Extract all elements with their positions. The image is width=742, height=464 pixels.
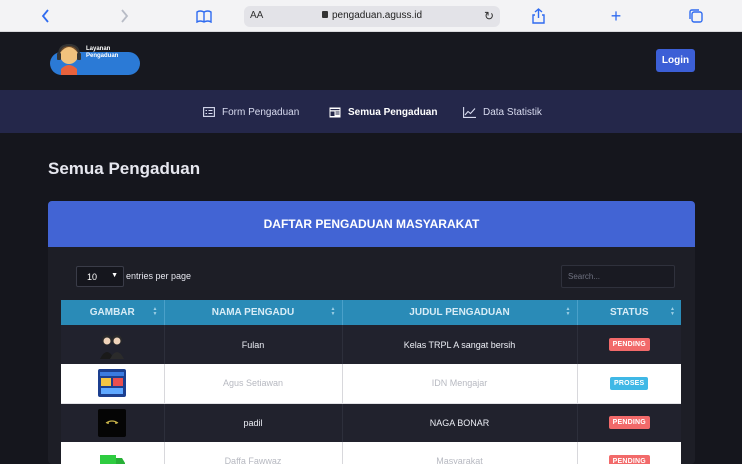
nav-stat-label: Data Statistik bbox=[483, 106, 542, 118]
reload-icon[interactable]: ↻ bbox=[484, 9, 494, 23]
back-icon[interactable] bbox=[38, 6, 52, 26]
cell-gambar bbox=[61, 403, 165, 442]
search-field[interactable] bbox=[561, 265, 675, 288]
complaints-table: GAMBAR ▲ ▼ NAMA PENGADU ▲ ▼ JUDUL PENGADUAN ▲… bbox=[61, 300, 681, 464]
card-title: DAFTAR PENGADUAN MASYARAKAT bbox=[48, 201, 695, 247]
table-row[interactable]: Agus Setiawan IDN Mengajar PROSES bbox=[61, 364, 681, 404]
entries-value: 10 bbox=[87, 272, 98, 282]
url-text: pengaduan.aguss.id bbox=[331, 10, 423, 21]
cell-nama: padil bbox=[164, 403, 343, 442]
chart-line-icon bbox=[463, 106, 476, 118]
share-icon[interactable] bbox=[531, 6, 545, 26]
table-row[interactable]: Daffa Fawwaz Masyarakat PENDING bbox=[61, 442, 681, 464]
table-row[interactable]: padil NAGA BONAR PENDING bbox=[61, 403, 681, 442]
cell-judul: Kelas TRPL A sangat bersih bbox=[342, 325, 578, 364]
lock-icon bbox=[321, 11, 328, 18]
green-truck-thumbnail[interactable] bbox=[98, 447, 126, 464]
nav-semua-pengaduan[interactable]: Semua Pengaduan bbox=[329, 104, 437, 120]
status-badge: PENDING bbox=[608, 416, 650, 430]
cell-status: PENDING bbox=[577, 403, 681, 442]
blue-poster-thumbnail[interactable] bbox=[98, 369, 127, 398]
nav-form-pengaduan[interactable]: Form Pengaduan bbox=[203, 104, 299, 120]
cell-gambar bbox=[61, 442, 165, 464]
login-button[interactable]: Login bbox=[656, 49, 695, 72]
nav-form-label: Form Pengaduan bbox=[222, 106, 300, 118]
browser-toolbar: AA pengaduan.aguss.id ↻ + bbox=[0, 0, 742, 32]
status-badge: PENDING bbox=[608, 338, 650, 351]
status-badge: PROSES bbox=[610, 376, 649, 390]
cell-gambar bbox=[61, 364, 165, 404]
sort-icon: ▲ ▼ bbox=[670, 306, 675, 317]
entries-per-page-select[interactable]: 10 ▼ bbox=[76, 266, 124, 287]
dark-logo-thumbnail[interactable] bbox=[98, 408, 127, 437]
cell-status: PENDING bbox=[577, 325, 681, 364]
nav-semua-label: Semua Pengaduan bbox=[348, 106, 438, 118]
form-icon bbox=[203, 107, 215, 117]
table-header-row: GAMBAR ▲ ▼ NAMA PENGADU ▲ ▼ JUDUL PENGADUAN ▲… bbox=[61, 300, 681, 325]
page-title: Semua Pengaduan bbox=[48, 159, 201, 178]
forward-icon[interactable] bbox=[117, 6, 131, 26]
sort-icon: ▲ ▼ bbox=[152, 306, 158, 317]
site-logo[interactable]: Layanan Pengaduan bbox=[48, 43, 140, 77]
cell-judul: Masyarakat bbox=[342, 442, 578, 464]
site-header: Layanan Pengaduan Login bbox=[0, 32, 742, 90]
complaints-card: DAFTAR PENGADUAN MASYARAKAT 10 ▼ entries… bbox=[48, 201, 695, 464]
table-row[interactable]: Fulan Kelas TRPL A sangat bersih PENDING bbox=[61, 325, 681, 364]
sort-icon: ▲ ▼ bbox=[565, 306, 571, 317]
entries-label: entries per page bbox=[126, 271, 192, 281]
logo-line-2: Pengaduan bbox=[86, 53, 119, 59]
search-input[interactable] bbox=[562, 266, 674, 287]
status-badge: PENDING bbox=[608, 454, 650, 464]
cell-nama: Daffa Fawwaz bbox=[164, 442, 343, 464]
main-nav: Form Pengaduan Semua Pengaduan Data Stat… bbox=[0, 90, 742, 133]
operator-icon bbox=[57, 43, 81, 75]
tabs-icon[interactable] bbox=[689, 6, 703, 26]
sort-icon: ▲ ▼ bbox=[330, 306, 336, 317]
list-icon bbox=[329, 107, 341, 117]
address-bar[interactable]: AA pengaduan.aguss.id ↻ bbox=[244, 6, 500, 27]
chevron-down-icon: ▼ bbox=[111, 272, 118, 279]
column-header-gambar[interactable]: GAMBAR ▲ ▼ bbox=[61, 300, 165, 325]
nav-data-statistik[interactable]: Data Statistik bbox=[463, 104, 542, 120]
cell-status: PENDING bbox=[577, 442, 681, 464]
logo-line-1: Layanan bbox=[86, 46, 111, 52]
cell-status: PROSES bbox=[577, 364, 681, 404]
cell-nama: Fulan bbox=[164, 325, 343, 364]
column-header-judul[interactable]: JUDUL PENGADUAN ▲ ▼ bbox=[342, 300, 578, 325]
two-people-thumbnail[interactable] bbox=[98, 331, 126, 359]
new-tab-icon[interactable]: + bbox=[609, 6, 623, 26]
cell-judul: NAGA BONAR bbox=[342, 403, 578, 442]
column-header-nama[interactable]: NAMA PENGADU ▲ ▼ bbox=[164, 300, 343, 325]
cell-gambar bbox=[61, 325, 165, 364]
cell-judul: IDN Mengajar bbox=[342, 364, 578, 404]
column-header-status[interactable]: STATUS ▲ ▼ bbox=[577, 300, 681, 325]
cell-nama: Agus Setiawan bbox=[164, 364, 343, 404]
bookmarks-icon[interactable] bbox=[196, 6, 212, 26]
